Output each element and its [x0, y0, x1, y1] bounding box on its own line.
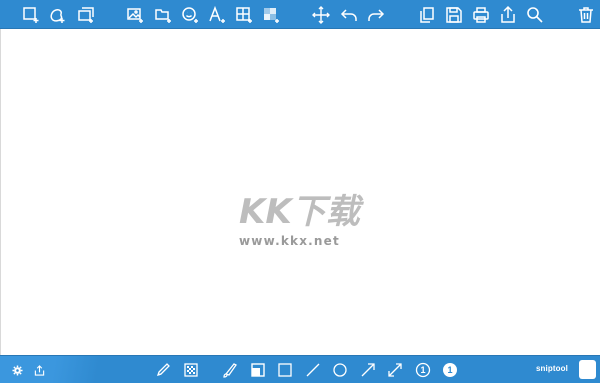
blur-tool[interactable] — [182, 361, 200, 379]
new-capture-button[interactable] — [20, 4, 41, 25]
move-icon — [311, 5, 330, 24]
capture-window-icon — [77, 6, 94, 23]
add-text-icon — [208, 5, 225, 23]
move-button[interactable] — [310, 4, 331, 25]
add-grid-button[interactable] — [233, 4, 254, 25]
print-button[interactable] — [470, 4, 491, 25]
number-step-filled-tool[interactable]: 1 — [441, 361, 459, 379]
upload-button[interactable] — [30, 361, 48, 379]
settings-icon — [11, 364, 23, 376]
number-step-filled-icon: 1 — [443, 363, 457, 377]
ellipse-icon — [333, 363, 347, 377]
brush-tool[interactable] — [221, 361, 239, 379]
line-tool[interactable] — [304, 361, 322, 379]
number-step-outline-icon: 1 — [415, 362, 431, 378]
open-folder-icon — [154, 8, 171, 23]
brush-icon — [223, 363, 237, 378]
rectangle-icon — [278, 363, 292, 377]
zoom-icon — [526, 6, 543, 23]
share-button[interactable] — [497, 4, 518, 25]
copy-button[interactable] — [416, 4, 437, 25]
new-capture-icon — [22, 6, 38, 23]
share-icon — [500, 5, 515, 23]
save-button[interactable] — [443, 4, 464, 25]
add-grid-icon — [235, 6, 252, 23]
sniptool-window: KK下载 www.kkx.net 1 1 sniptool — [0, 0, 600, 383]
save-icon — [445, 6, 462, 23]
delete-button[interactable] — [575, 4, 596, 25]
drawing-canvas[interactable]: KK下载 www.kkx.net — [0, 29, 600, 355]
top-toolbar — [0, 0, 600, 29]
undo-button[interactable] — [338, 4, 359, 25]
redo-button[interactable] — [365, 4, 386, 25]
watermark-logo-text: KK下载 — [239, 192, 365, 232]
delete-icon — [578, 6, 593, 23]
bottom-toolbar: 1 1 sniptool — [0, 355, 600, 383]
watermark-logo-graphic: KK下载 — [239, 192, 365, 232]
arrow-icon — [361, 363, 375, 377]
copy-icon — [419, 6, 434, 23]
add-emoji-button[interactable] — [179, 4, 200, 25]
upload-icon — [34, 364, 44, 376]
rectangle-tool[interactable] — [276, 361, 294, 379]
watermark-url: www.kkx.net — [239, 234, 340, 248]
watermark-logo: KK下载 — [235, 187, 369, 233]
double-arrow-tool[interactable] — [386, 361, 404, 379]
fill-rectangle-tool[interactable] — [249, 361, 267, 379]
ellipse-tool[interactable] — [331, 361, 349, 379]
capture-freeform-button[interactable] — [46, 4, 67, 25]
insert-image-button[interactable] — [124, 4, 145, 25]
open-folder-button[interactable] — [152, 4, 173, 25]
color-picker-swatch[interactable] — [579, 360, 596, 379]
arrow-tool[interactable] — [359, 361, 377, 379]
print-icon — [472, 6, 489, 23]
double-arrow-icon — [388, 363, 402, 377]
undo-icon — [340, 8, 357, 21]
pencil-tool[interactable] — [154, 361, 172, 379]
number-step-outline-tool[interactable]: 1 — [414, 361, 432, 379]
zoom-button[interactable] — [524, 4, 545, 25]
number-step-filled-label: 1 — [447, 365, 452, 375]
add-text-button[interactable] — [206, 4, 227, 25]
fill-rectangle-icon — [251, 363, 265, 377]
add-pixelate-icon — [263, 7, 279, 23]
brand-label: sniptool — [536, 364, 568, 373]
redo-icon — [367, 8, 384, 21]
settings-button[interactable] — [8, 361, 26, 379]
capture-freeform-icon — [49, 8, 64, 23]
add-emoji-icon — [181, 6, 198, 23]
number-step-outline-label: 1 — [420, 365, 425, 375]
add-pixelate-button[interactable] — [260, 4, 281, 25]
insert-image-icon — [126, 7, 143, 23]
blur-icon — [184, 363, 198, 377]
line-icon — [306, 363, 320, 377]
pencil-icon — [156, 363, 170, 377]
capture-window-button[interactable] — [75, 4, 96, 25]
